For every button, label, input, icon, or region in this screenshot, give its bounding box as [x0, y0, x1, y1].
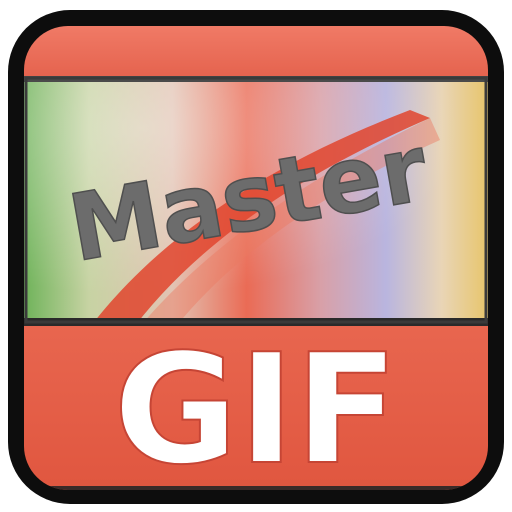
- app-icon: Master GIF: [0, 0, 512, 512]
- master-gif-icon: Master GIF: [8, 10, 504, 504]
- gif-label: GIF: [113, 321, 398, 498]
